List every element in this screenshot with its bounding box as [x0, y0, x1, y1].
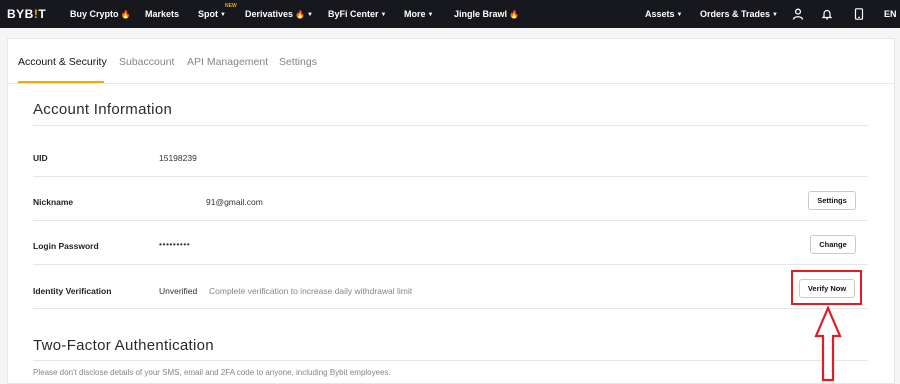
divider: [33, 220, 868, 221]
nav-derivatives[interactable]: Derivatives 🔥 ▼: [245, 9, 313, 19]
caret-down-icon: ▼: [427, 12, 434, 18]
nickname-settings-button[interactable]: Settings: [808, 191, 856, 210]
active-tab-indicator: [18, 81, 104, 83]
divider: [33, 176, 868, 177]
language-selector[interactable]: EN: [884, 9, 897, 19]
uid-label: UID: [33, 153, 48, 163]
login-password-masked-value: •••••••••: [159, 239, 191, 249]
account-security-card: Account & Security Subaccount API Manage…: [7, 38, 895, 384]
caret-down-icon: ▼: [307, 12, 313, 18]
tab-bar: Account & Security Subaccount API Manage…: [8, 39, 894, 84]
nav-spot[interactable]: Spot ▼: [198, 9, 226, 19]
top-navigation-bar: BYB!T Buy Crypto 🔥 Markets Spot ▼ NEW Deri…: [0, 0, 900, 28]
change-password-button[interactable]: Change: [810, 235, 856, 254]
divider: [33, 360, 868, 361]
up-arrow-annotation-icon: [814, 306, 842, 382]
flame-icon: 🔥: [120, 10, 131, 19]
divider: [33, 308, 868, 309]
caret-down-icon: ▼: [380, 12, 387, 18]
flame-icon: 🔥: [509, 10, 519, 19]
new-badge: NEW: [225, 3, 237, 9]
account-information-title: Account Information: [33, 101, 173, 118]
verification-status: Unverified: [159, 286, 198, 296]
nav-more[interactable]: More ▼: [404, 9, 433, 19]
nav-assets[interactable]: Assets ▼: [645, 9, 682, 19]
user-icon[interactable]: [784, 0, 812, 28]
mobile-app-icon[interactable]: [845, 0, 873, 28]
flame-icon: 🔥: [295, 10, 306, 19]
uid-value: 15198239: [159, 153, 197, 163]
caret-down-icon: ▼: [772, 12, 778, 18]
tab-subaccount[interactable]: Subaccount: [119, 56, 174, 68]
caret-down-icon: ▼: [676, 12, 683, 18]
nav-markets[interactable]: Markets: [145, 9, 179, 19]
two-factor-authentication-title: Two-Factor Authentication: [33, 337, 214, 354]
nickname-label: Nickname: [33, 197, 74, 207]
nav-jingle-brawl[interactable]: Jingle Brawl 🔥: [454, 9, 519, 19]
tab-settings[interactable]: Settings: [279, 56, 317, 68]
nav-orders-trades[interactable]: Orders & Trades ▼: [700, 9, 778, 19]
nickname-value: 91@gmail.com: [206, 197, 263, 207]
tab-api-management[interactable]: API Management: [187, 56, 268, 68]
login-password-label: Login Password: [33, 241, 99, 251]
caret-down-icon: ▼: [220, 12, 226, 18]
security-warning-note: Please don't disclose details of your SM…: [33, 368, 391, 377]
tab-account-security[interactable]: Account & Security: [18, 56, 107, 68]
nav-buy-crypto[interactable]: Buy Crypto 🔥: [70, 9, 130, 19]
verification-hint: Complete verification to increase daily …: [209, 286, 413, 296]
highlight-box: [791, 270, 862, 305]
bybit-logo[interactable]: BYB!T: [7, 7, 46, 21]
divider: [33, 264, 868, 265]
identity-verification-label: Identity Verification: [33, 286, 112, 296]
notification-bell-icon[interactable]: [813, 0, 841, 28]
nav-byfi-center[interactable]: ByFi Center ▼: [328, 9, 386, 19]
divider: [33, 125, 868, 126]
